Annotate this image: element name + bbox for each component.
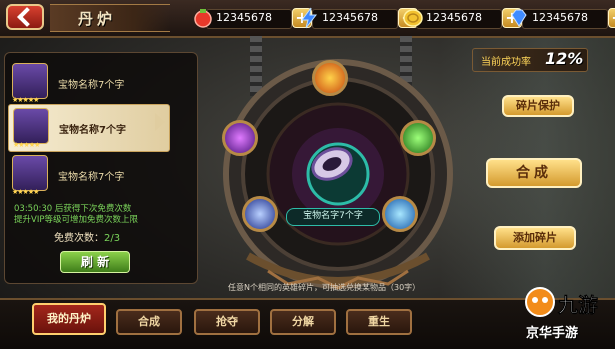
- lightning-icon: [301, 7, 318, 29]
- tab-my-furnace[interactable]: 我的丹炉: [32, 303, 106, 335]
- wizard-hat-icon: [12, 63, 48, 99]
- resource-value: 12345678: [532, 11, 588, 24]
- wizard-hat-icon: [13, 108, 49, 144]
- gold-coin-icon: [403, 9, 423, 27]
- cooldown-text: 03:50:30 后获得下次免费次数: [14, 204, 132, 214]
- page-title: 丹炉: [78, 10, 117, 28]
- blue-diamond-icon: [511, 9, 527, 27]
- free-count: 免费次数：2/3: [54, 229, 120, 244]
- wind-orb-icon[interactable]: [400, 120, 436, 156]
- vip-hint-text: 提升VIP等级可增加免费次数上限: [14, 215, 138, 225]
- refresh-button[interactable]: 刷 新: [60, 251, 130, 273]
- selection-arrow-icon: [155, 113, 165, 131]
- treasure-name: 宝物名称7个字: [58, 80, 125, 91]
- fire-orb-icon[interactable]: [312, 60, 348, 96]
- tab-decompose[interactable]: 分解: [270, 309, 336, 335]
- star-rating: ★★★★★: [13, 141, 40, 149]
- resource-value: 12345678: [322, 11, 378, 24]
- tab-synthesize[interactable]: 合成: [116, 309, 182, 335]
- svg-text:九游: 九游: [557, 293, 598, 317]
- free-count-label: 免费次数：: [54, 233, 104, 244]
- synthesize-button[interactable]: 合成: [486, 158, 582, 188]
- treasure-list-item[interactable]: ★★★★★ 宝物名称7个字: [8, 152, 168, 198]
- star-rating: ★★★★★: [12, 188, 39, 196]
- water-orb-icon[interactable]: [382, 196, 418, 232]
- watermark-text: 京华手游: [526, 326, 579, 341]
- treasure-list-item-selected[interactable]: ★★★★★ 宝物名称7个字: [8, 104, 170, 152]
- selected-treasure-icon: [311, 147, 353, 181]
- resource-value: 12345678: [216, 11, 272, 24]
- success-rate-value: 12%: [545, 49, 584, 68]
- star-rating: ★★★★★: [12, 96, 39, 104]
- free-times-info: 03:50:30 后获得下次免费次数 提升VIP等级可增加免费次数上限: [14, 204, 194, 226]
- hint-text: 任意N个相同的英雄碎片，可抽选兑换某物品（30字）: [228, 283, 421, 292]
- tab-plunder[interactable]: 抢夺: [194, 309, 260, 335]
- treasure-list-item[interactable]: ★★★★★ 宝物名称7个字: [8, 60, 168, 106]
- add-resource-button[interactable]: +: [608, 8, 615, 28]
- back-button[interactable]: [6, 4, 44, 30]
- wizard-hat-icon: [12, 155, 48, 191]
- add-fragment-button[interactable]: 添加碎片: [494, 226, 576, 250]
- back-arrow-icon: [17, 7, 37, 27]
- red-gem-icon: [194, 9, 212, 28]
- treasure-slot-name: 宝物名字7个字: [286, 208, 380, 226]
- free-count-value: 2/3: [104, 233, 121, 244]
- tab-rebirth[interactable]: 重生: [346, 309, 412, 335]
- treasure-name: 宝物名称7个字: [58, 172, 125, 183]
- fragment-protect-button[interactable]: 碎片保护: [502, 95, 574, 117]
- resource-value: 12345678: [426, 11, 482, 24]
- poison-orb-icon[interactable]: [222, 120, 258, 156]
- lightning-orb-icon[interactable]: [242, 196, 278, 232]
- success-rate-label: 当前成功率: [481, 57, 531, 68]
- treasure-name: 宝物名称7个字: [59, 125, 126, 136]
